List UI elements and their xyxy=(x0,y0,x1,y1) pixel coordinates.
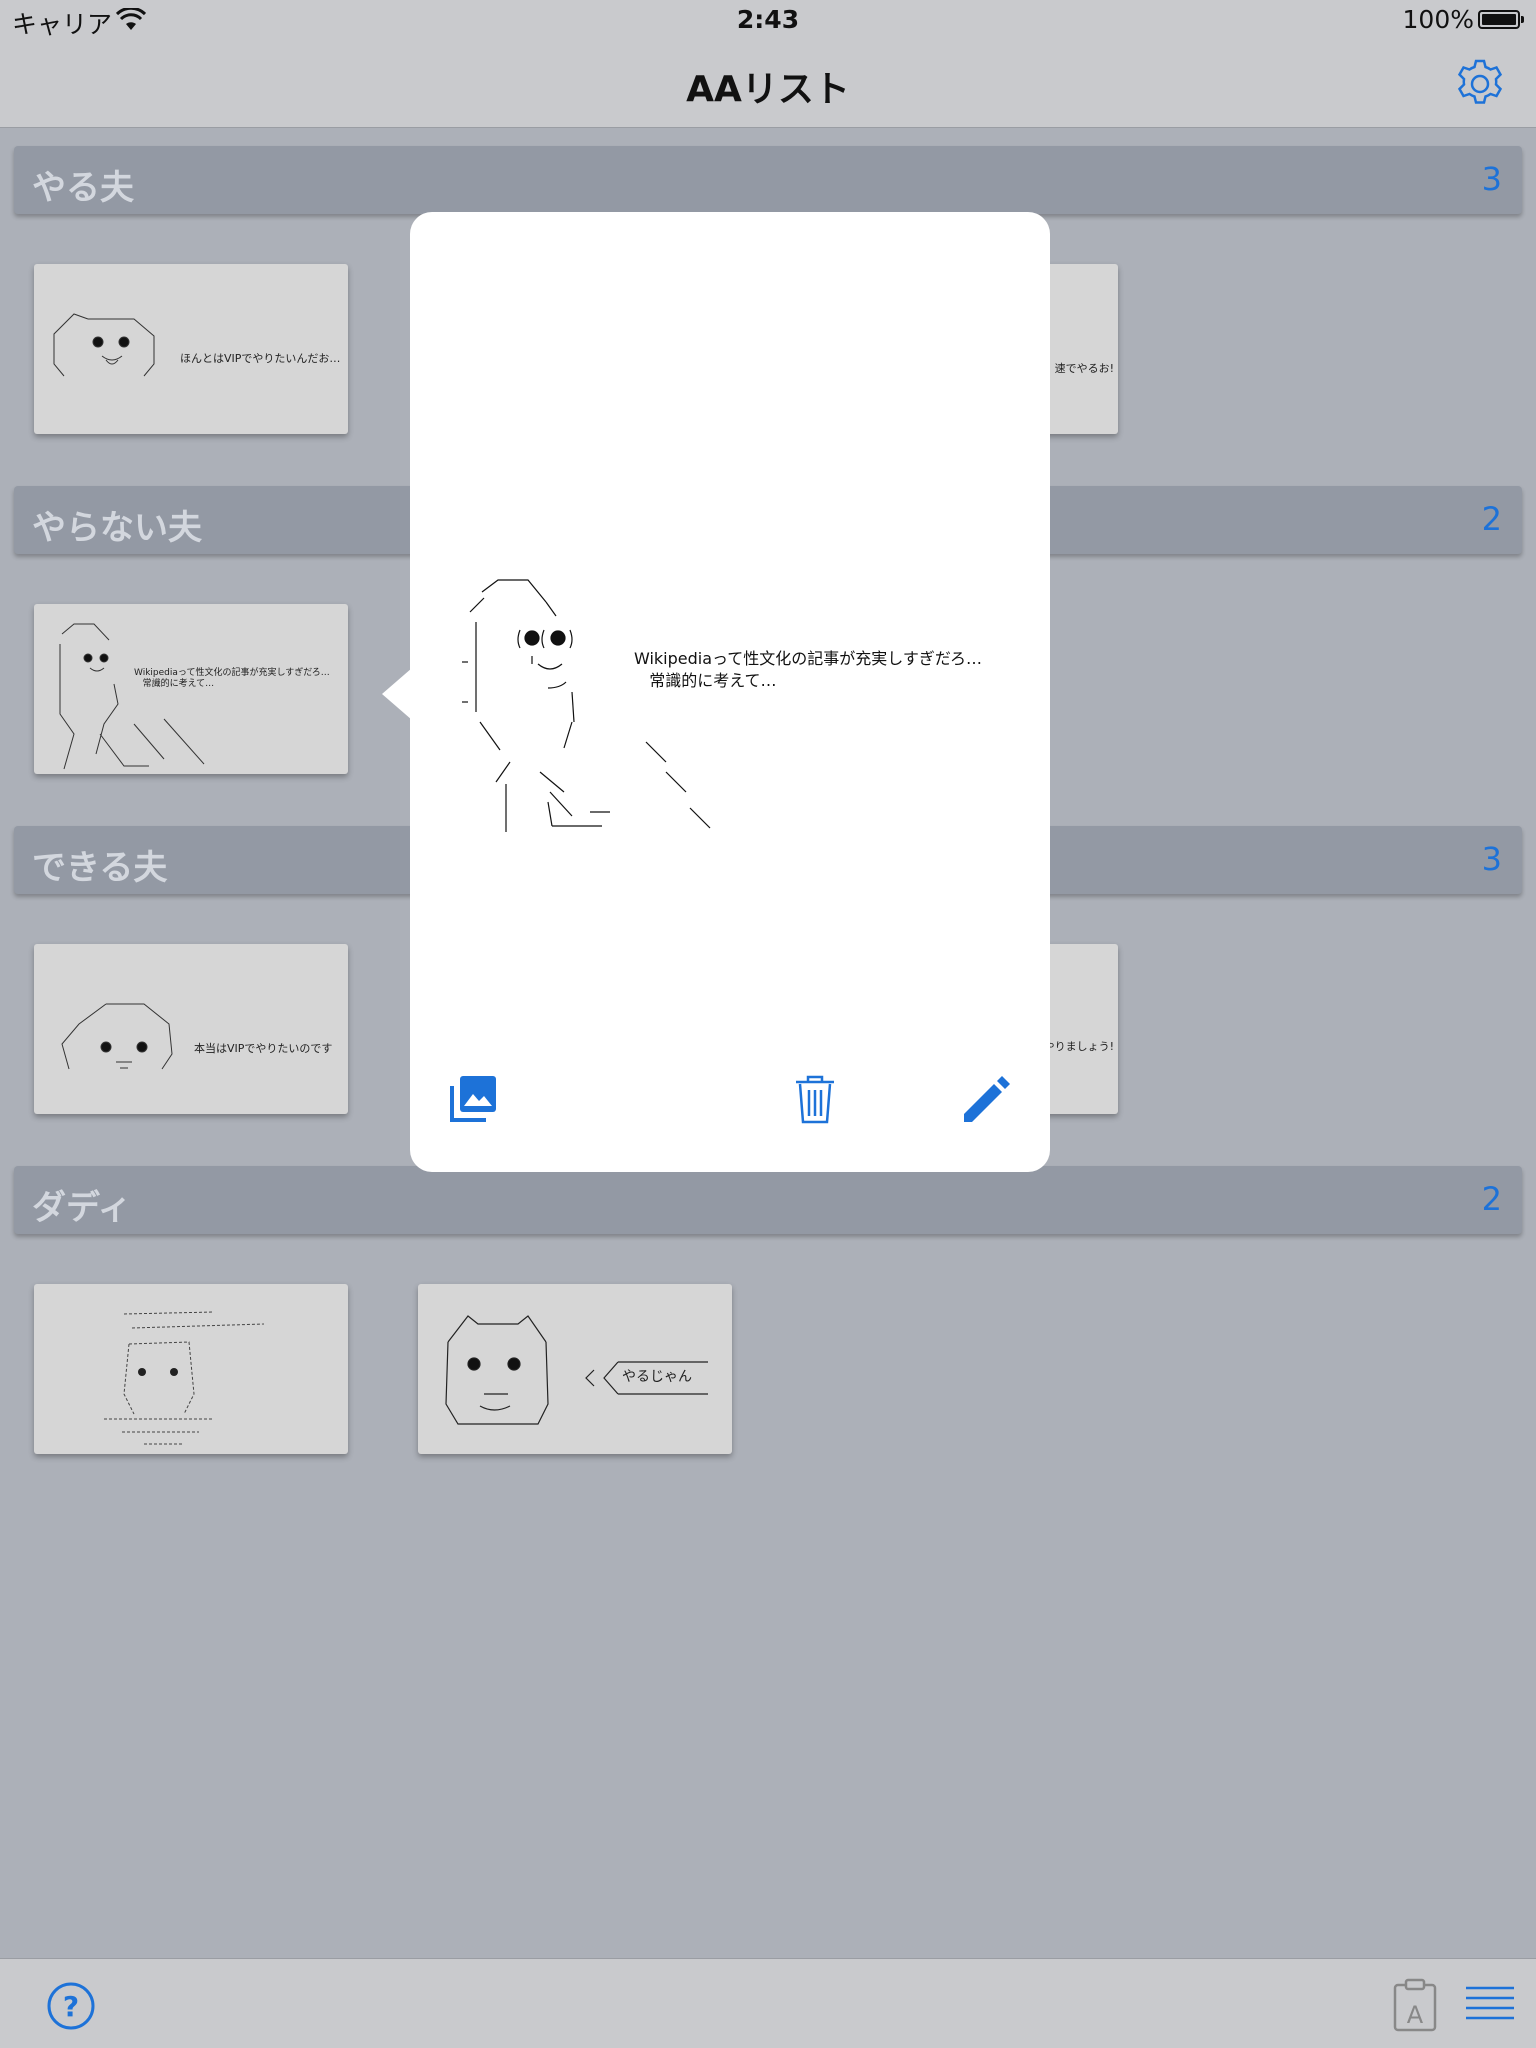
section-header-yaruo[interactable]: やる夫 3 xyxy=(14,146,1522,214)
section-count: 2 xyxy=(1481,1180,1502,1218)
gear-icon[interactable] xyxy=(1452,56,1508,112)
section-count: 3 xyxy=(1481,840,1502,878)
svg-text:A: A xyxy=(1407,2001,1424,2029)
section-header-daddy[interactable]: ダディ 2 xyxy=(14,1166,1522,1234)
photo-library-button[interactable] xyxy=(446,1072,500,1126)
clipboard-icon[interactable]: A xyxy=(1392,1977,1438,2033)
aa-card[interactable]: ほんとはVIPでやりたいんだお… xyxy=(34,264,348,434)
question-mark-icon[interactable]: ? xyxy=(46,1981,96,2031)
delete-button[interactable] xyxy=(788,1072,842,1126)
navigation-bar: AAリスト xyxy=(0,40,1536,128)
status-bar: キャリア 2:43 100% xyxy=(0,0,1536,40)
aa-card[interactable]: やるじゃん xyxy=(418,1284,732,1454)
aa-caption: やるじゃん xyxy=(622,1369,692,1385)
aa-caption: ほんとはVIPでやりたいんだお… xyxy=(180,352,341,365)
section-title: やる夫 xyxy=(32,168,134,208)
photo-library-icon xyxy=(450,1076,496,1122)
ascii-art-thumbnail xyxy=(104,1311,265,1445)
aa-card[interactable]: 本当はVIPでやりたいのです xyxy=(34,944,348,1114)
section-title: ダディ xyxy=(32,1188,132,1228)
aa-caption: Wikipediaって性文化の記事が充実しすぎだろ… 常識的に考えて… xyxy=(134,668,330,689)
bottom-toolbar: ? A xyxy=(0,1958,1536,2048)
ascii-art-thumbnail xyxy=(53,313,155,377)
section-title: やらない夫 xyxy=(32,508,202,548)
svg-text:?: ? xyxy=(63,1990,79,2023)
ascii-art-thumbnail xyxy=(61,1003,173,1070)
section-title: できる夫 xyxy=(32,848,168,888)
aa-caption: 速でやるお! xyxy=(1054,362,1114,375)
aa-card[interactable] xyxy=(34,1284,348,1454)
pencil-icon xyxy=(964,1076,1010,1122)
aa-card-selected[interactable]: Wikipediaって性文化の記事が充実しすぎだろ… 常識的に考えて… xyxy=(34,604,348,774)
trash-icon xyxy=(796,1075,834,1124)
popover-arrow xyxy=(382,668,412,720)
page-title: AAリスト xyxy=(686,69,850,110)
battery-percent: 100% xyxy=(1402,5,1474,34)
aa-preview-popover: Wikipediaって性文化の記事が充実しすぎだろ… 常識的に考えて… xyxy=(410,212,1050,1172)
aa-caption: やりましょう! xyxy=(1043,1040,1114,1053)
section-count: 2 xyxy=(1481,500,1502,538)
list-icon[interactable] xyxy=(1466,1985,1514,2021)
clock: 2:43 xyxy=(736,5,800,34)
battery-icon xyxy=(1478,10,1524,29)
ascii-art-preview xyxy=(462,579,711,832)
aa-caption: 本当はVIPでやりたいのです xyxy=(194,1042,333,1055)
aa-preview-caption: Wikipediaって性文化の記事が充実しすぎだろ… 常識的に考えて… xyxy=(634,649,982,690)
edit-button[interactable] xyxy=(958,1072,1012,1126)
section-count: 3 xyxy=(1481,160,1502,198)
